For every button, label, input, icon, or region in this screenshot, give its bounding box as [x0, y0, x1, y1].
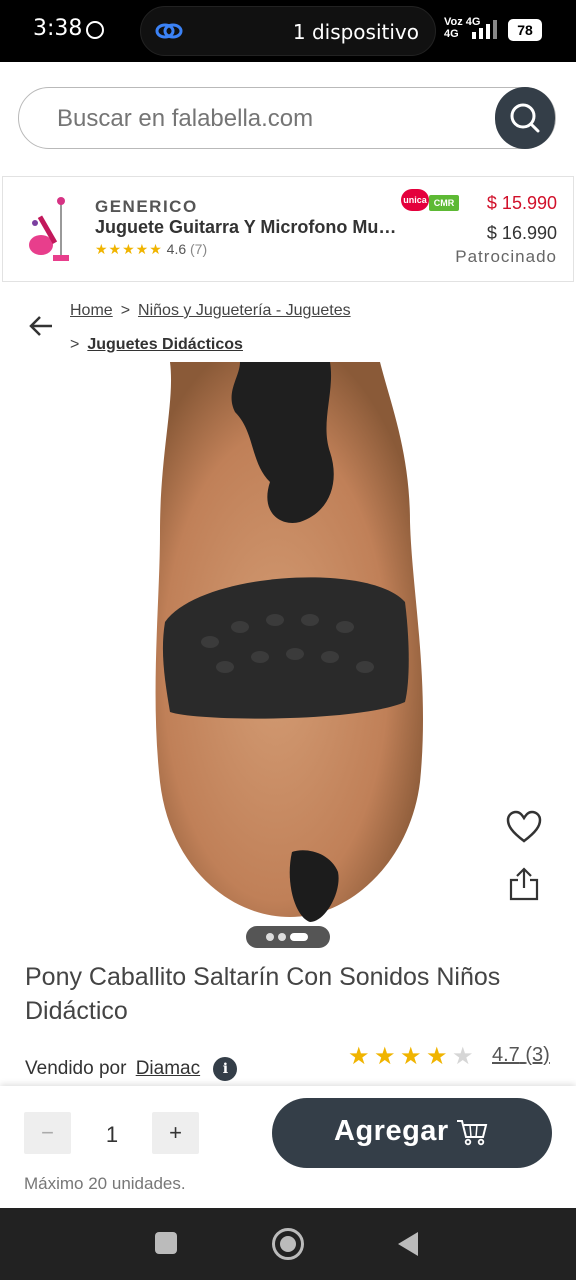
back-arrow-icon[interactable] [28, 314, 54, 338]
seller-link[interactable]: Diamac [136, 1058, 200, 1079]
breadcrumb-line-2: > Juguetes Didácticos [70, 336, 243, 354]
add-to-cart-label: Agregar [334, 1115, 449, 1147]
breadcrumb-category[interactable]: Niños y Juguetería - Juguetes [138, 302, 351, 319]
info-icon[interactable]: i [213, 1057, 238, 1081]
signal-icon [472, 20, 497, 39]
breadcrumb-subcategory[interactable]: Juguetes Didácticos [87, 336, 243, 353]
quantity-decrease-button[interactable]: − [24, 1112, 71, 1154]
sponsored-product-card[interactable]: GENERICO Juguete Guitarra Y Microfono Mu… [2, 176, 574, 282]
breadcrumb: Home > Niños y Juguetería - Juguetes > Jugu… [0, 292, 576, 362]
image-pagination-dots[interactable] [246, 926, 330, 948]
star-icon: ★ [426, 1043, 448, 1070]
home-icon[interactable] [272, 1228, 304, 1260]
toy-guitar-thumbnail [29, 197, 69, 261]
cart-icon [457, 1120, 488, 1146]
link-icon [155, 23, 183, 39]
ad-product-name: Juguete Guitarra Y Microfono Mu… [95, 217, 397, 237]
star-icon: ★ [452, 1043, 474, 1070]
search-button[interactable] [495, 87, 555, 149]
breadcrumb-line-1: Home > Niños y Juguetería - Juguetes [70, 302, 351, 320]
cmr-badge: CMR [429, 195, 459, 211]
pagination-dot-active[interactable] [290, 933, 308, 941]
ad-price-cmr: $ 15.990 [486, 193, 557, 213]
ad-price: $ 16.990 [486, 223, 557, 243]
add-to-cart-bar: − 1 + Agregar Máximo 20 unidades. [0, 1086, 576, 1208]
ad-brand: GENERICO [95, 197, 198, 216]
status-time: 3:38 [33, 16, 83, 41]
header-edge [0, 62, 576, 76]
breadcrumb-home[interactable]: Home [70, 302, 113, 319]
ad-stars: ★★★★★ [95, 241, 163, 257]
share-icon[interactable] [508, 866, 540, 902]
heart-icon[interactable] [506, 810, 542, 844]
rating-text[interactable]: 4.7 (3) [492, 1044, 550, 1067]
search-box[interactable] [18, 87, 556, 149]
star-icon: ★ [348, 1043, 370, 1070]
star-icon: ★ [400, 1043, 422, 1070]
device-count-label: 1 dispositivo [292, 20, 419, 44]
product-image-gallery[interactable] [0, 362, 576, 952]
max-units-note: Máximo 20 unidades. [24, 1174, 186, 1193]
unica-badge: unica [401, 189, 429, 211]
system-nav-bar [0, 1208, 576, 1280]
pagination-dot[interactable] [266, 933, 274, 941]
search-input[interactable] [57, 105, 457, 133]
product-image [155, 362, 424, 922]
ad-review-count: (7) [190, 241, 208, 257]
quantity-increase-button[interactable]: + [152, 1112, 199, 1154]
breadcrumb-separator: > [70, 336, 80, 353]
ad-rating: ★★★★★ 4.6 (7) [95, 241, 207, 258]
back-icon[interactable] [398, 1232, 418, 1256]
add-to-cart-button[interactable]: Agregar [272, 1098, 552, 1168]
pagination-dot[interactable] [278, 933, 286, 941]
seller-info: Vendido por Diamac i [25, 1057, 238, 1081]
sync-icon [86, 21, 104, 39]
quantity-value[interactable]: 1 [92, 1122, 132, 1148]
search-icon [510, 103, 540, 133]
seller-prefix: Vendido por [25, 1058, 127, 1080]
ad-rating-value: 4.6 [166, 241, 187, 257]
status-bar: 3:38 1 dispositivo Voz 4G 4G 78 [0, 0, 576, 62]
recents-icon[interactable] [155, 1232, 177, 1254]
product-title: Pony Caballito Saltarín Con Sonidos Niño… [25, 963, 501, 1025]
device-connection-pill[interactable]: 1 dispositivo [140, 6, 436, 56]
search-bar-area [0, 76, 576, 166]
breadcrumb-separator: > [120, 302, 131, 319]
sponsored-label: Patrocinado [455, 247, 557, 266]
star-icon: ★ [374, 1043, 396, 1070]
battery-icon: 78 [508, 19, 542, 41]
